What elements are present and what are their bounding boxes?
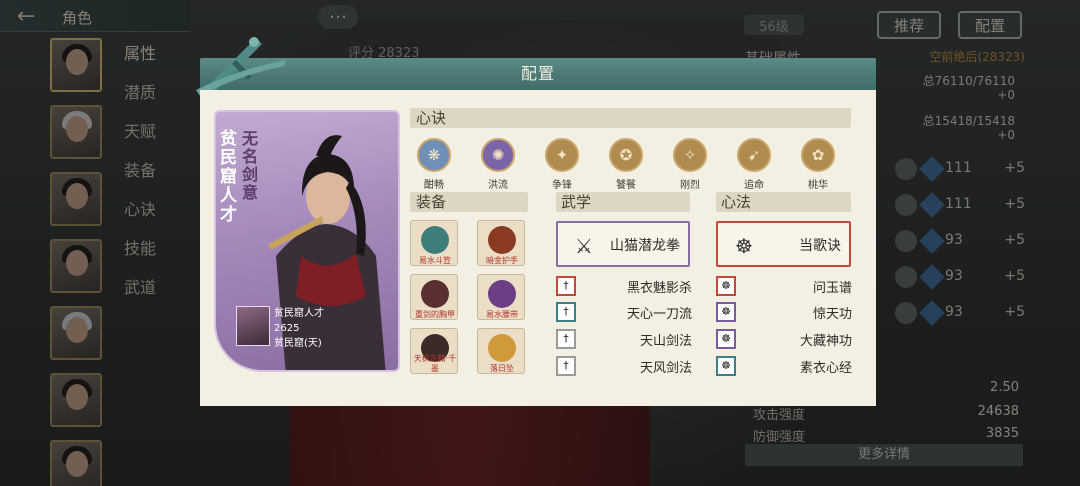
- meditation-icon: ☸: [716, 276, 736, 296]
- xinjue-name: 饕餮: [616, 180, 636, 191]
- wuxue-name: 黑衣魅影杀: [626, 281, 692, 296]
- xinjue-item[interactable]: ✦ 争锋: [542, 138, 582, 191]
- xinfa-section-label: 心法: [721, 193, 752, 211]
- flame-icon: ✧: [673, 138, 707, 172]
- swirl-icon: ❋: [417, 138, 451, 172]
- beast-icon: ✪: [609, 138, 643, 172]
- equip-slot-helmet[interactable]: 易水斗笠: [410, 220, 458, 266]
- xinjue-item[interactable]: ✧ 刚烈: [670, 138, 710, 191]
- card-power: 2625: [274, 323, 300, 334]
- armor-icon: [421, 280, 449, 308]
- vortex-icon: ✺: [481, 138, 515, 172]
- xinjue-name: 桃华: [808, 180, 828, 191]
- xinjue-name: 刚烈: [680, 180, 700, 191]
- martial-pose-icon: ⚔: [575, 234, 593, 258]
- meditation-icon: ☸: [716, 356, 736, 376]
- xinjue-item[interactable]: ✺ 洪流: [478, 138, 518, 191]
- xinfa-name: 素衣心经: [799, 361, 852, 376]
- belt-icon: [488, 280, 516, 308]
- equip-section-label: 装备: [416, 193, 447, 211]
- equip-name: 易水腰带: [486, 310, 518, 319]
- equip-name: 落日坠: [490, 364, 514, 373]
- equip-slot-amulet[interactable]: 落日坠: [477, 328, 525, 374]
- xinfa-item[interactable]: ☸ 素衣心经: [716, 356, 856, 378]
- xinjue-section-bar: [410, 108, 851, 128]
- hat-icon: [421, 226, 449, 254]
- wuxue-name: 天山剑法: [639, 334, 692, 349]
- card-name: 贫民窟人才: [274, 308, 324, 319]
- martial-icon: †: [556, 329, 576, 349]
- xinjue-item[interactable]: ✿ 桃华: [798, 138, 838, 191]
- xinfa-item[interactable]: ☸ 大藏神功: [716, 329, 856, 351]
- wuxue-item[interactable]: † 黑衣魅影杀: [556, 276, 696, 298]
- xinjue-section-label: 心诀: [416, 109, 447, 127]
- equip-name: 天枫古籍·千墨: [413, 354, 457, 373]
- martial-icon: †: [556, 276, 576, 296]
- equip-slot-gloves[interactable]: 暗金护手: [477, 220, 525, 266]
- card-info: 贫民窟人才 2625 贫民窟(天): [274, 306, 324, 351]
- wuxue-item[interactable]: † 天山剑法: [556, 329, 696, 351]
- xinfa-item[interactable]: ☸ 惊天功: [716, 302, 856, 324]
- equip-name: 重剑的胸甲: [415, 310, 455, 319]
- card-origin: 贫民窟(天): [274, 338, 322, 349]
- equip-slot-armor[interactable]: 重剑的胸甲: [410, 274, 458, 320]
- equip-name: 易水斗笠: [419, 256, 451, 265]
- xinjue-name: 争锋: [552, 180, 572, 191]
- card-subtitle: 无名剑意: [242, 129, 259, 202]
- equip-slot-book[interactable]: 天枫古籍·千墨: [410, 328, 458, 374]
- wuxue-item[interactable]: † 天风剑法: [556, 356, 696, 378]
- xinjue-name: 酣畅: [424, 180, 444, 191]
- xinfa-name: 大藏神功: [799, 334, 852, 349]
- blossom-icon: ✿: [801, 138, 835, 172]
- chase-icon: ➹: [737, 138, 771, 172]
- meditation-icon: ☸: [735, 234, 753, 258]
- avatar: [236, 306, 270, 346]
- xinfa-name: 问玉谱: [812, 281, 852, 296]
- meditation-icon: ☸: [716, 329, 736, 349]
- xinjue-list: ❋ 酣畅 ✺ 洪流 ✦ 争锋 ✪ 饕餮 ✧ 刚烈 ➹ 追命 ✿ 桃华: [414, 138, 854, 198]
- xinfa-main-name: 当歌诀: [799, 238, 841, 254]
- strike-icon: ✦: [545, 138, 579, 172]
- character-card[interactable]: 贫民窟人才 无名剑意 贫民窟人才 2625 贫民窟(天): [214, 110, 400, 372]
- equip-slot-belt[interactable]: 易水腰带: [477, 274, 525, 320]
- wuxue-item[interactable]: † 天心一刀流: [556, 302, 696, 324]
- martial-icon: †: [556, 302, 576, 322]
- card-title: 贫民窟人才: [220, 129, 237, 225]
- amulet-icon: [488, 334, 516, 362]
- xinjue-name: 洪流: [488, 180, 508, 191]
- wuxue-name: 天心一刀流: [626, 307, 692, 322]
- xinfa-item[interactable]: ☸ 问玉谱: [716, 276, 856, 298]
- xinjue-item[interactable]: ✪ 饕餮: [606, 138, 646, 191]
- glove-icon: [488, 226, 516, 254]
- xinfa-main-slot[interactable]: ☸ 当歌诀: [716, 221, 851, 267]
- equip-name: 暗金护手: [486, 256, 518, 265]
- wuxue-name: 天风剑法: [639, 361, 692, 376]
- wuxue-main-slot[interactable]: ⚔ 山猫潜龙拳: [556, 221, 690, 267]
- wuxue-section-label: 武学: [561, 193, 592, 211]
- wuxue-main-name: 山猫潜龙拳: [610, 238, 680, 254]
- xinfa-name: 惊天功: [812, 307, 852, 322]
- xinjue-name: 追命: [744, 180, 764, 191]
- xinjue-item[interactable]: ❋ 酣畅: [414, 138, 454, 191]
- xinjue-item[interactable]: ➹ 追命: [734, 138, 774, 191]
- meditation-icon: ☸: [716, 302, 736, 322]
- martial-icon: †: [556, 356, 576, 376]
